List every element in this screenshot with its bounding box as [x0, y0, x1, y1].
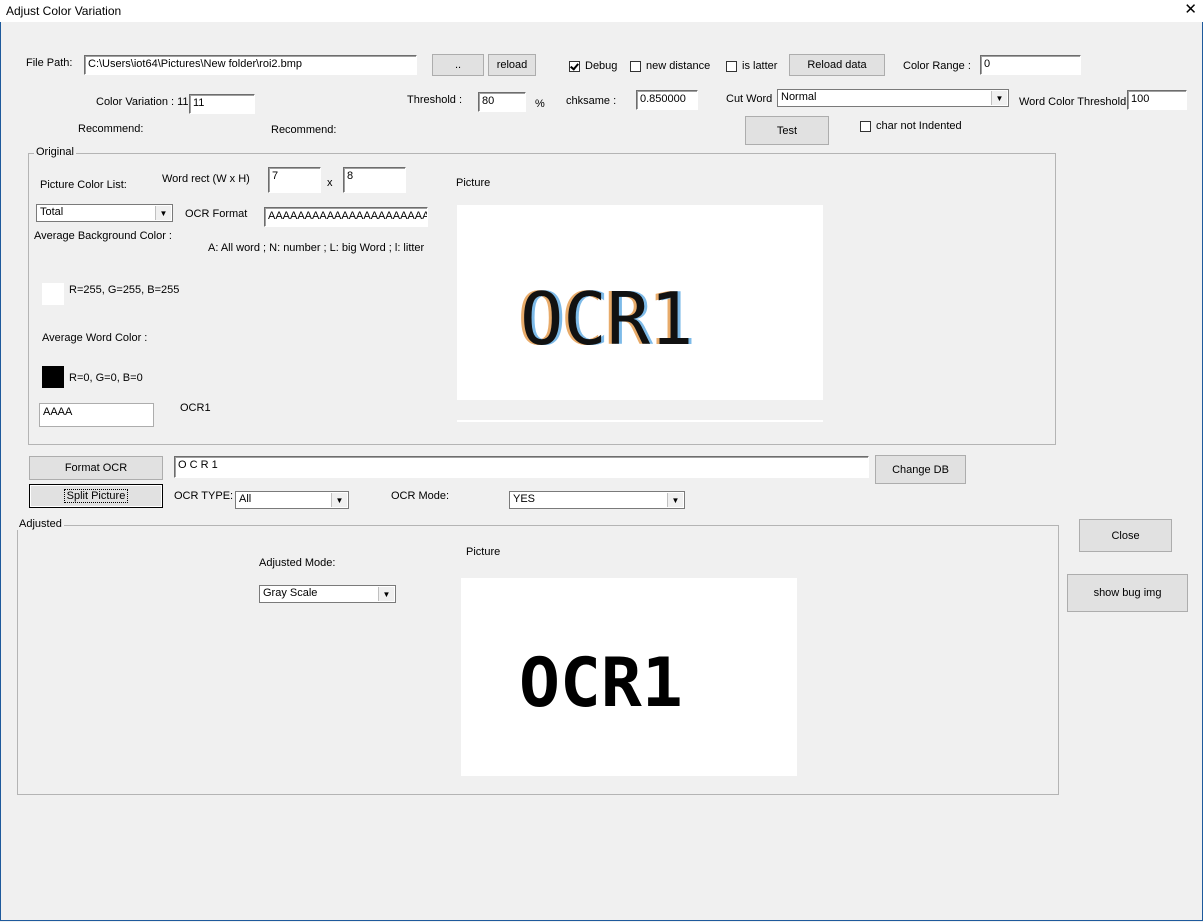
word-color-threshold-label: Word Color Threshold : [1019, 96, 1133, 108]
avg-word-label: Average Word Color : [42, 332, 148, 344]
original-picture-text: OCR1 [520, 277, 693, 361]
chevron-down-icon: ▼ [155, 206, 171, 220]
split-picture-button[interactable]: Split Picture [29, 484, 163, 508]
test-button[interactable]: Test [745, 116, 829, 145]
cut-word-select[interactable]: Normal ▼ [777, 89, 1009, 107]
color-variation-label: Color Variation : 11 [96, 96, 189, 108]
is-latter-checkbox[interactable]: is latter [726, 60, 777, 72]
is-latter-label: is latter [742, 60, 778, 72]
ocr-mode-label: OCR Mode: [391, 490, 450, 502]
word-color-threshold-input[interactable]: 100 [1127, 90, 1187, 110]
ocr-format-label: OCR Format [185, 208, 248, 220]
original-picture: OCR1 OCR1 OCR1 [457, 205, 823, 400]
adjusted-picture-label: Picture [466, 546, 501, 558]
word-height-input[interactable]: 8 [343, 167, 406, 193]
chevron-down-icon: ▼ [378, 587, 394, 601]
adjusted-mode-value: Gray Scale [263, 587, 318, 599]
char-not-indented-label: char not Indented [876, 120, 962, 132]
reload-button[interactable]: reload [488, 54, 536, 76]
ocr-mode-select[interactable]: YES ▼ [509, 491, 685, 509]
recommend-label-2: Recommend: [271, 124, 337, 136]
format-ocr-button[interactable]: Format OCR [29, 456, 163, 480]
format-legend: A: All word ; N: number ; L: big Word ; … [208, 242, 425, 254]
word-rect-label: Word rect (W x H) [162, 173, 250, 185]
is-latter-check-icon [726, 60, 737, 72]
word-width-input[interactable]: 7 [268, 167, 321, 193]
adjusted-picture-image: OCR1 [519, 644, 683, 723]
percent-label: % [535, 98, 545, 110]
adjusted-mode-label: Adjusted Mode: [259, 557, 336, 569]
change-db-button[interactable]: Change DB [875, 455, 966, 484]
picture-color-list-label: Picture Color List: [40, 179, 127, 191]
ocr-type-label: OCR TYPE: [174, 490, 234, 502]
chevron-down-icon: ▼ [331, 493, 347, 507]
file-path-label: File Path: [26, 57, 73, 69]
word-rgb-text: R=0, G=0, B=0 [69, 372, 143, 384]
browse-button[interactable]: .. [432, 54, 484, 76]
ocr-mode-value: YES [513, 493, 536, 505]
cut-word-value: Normal [781, 91, 817, 103]
cut-word-label: Cut Word [726, 93, 773, 105]
original-picture-scrollbar [457, 420, 823, 422]
original-picture-image: OCR1 OCR1 OCR1 [517, 277, 696, 361]
x-label: x [327, 177, 333, 189]
color-list-value: Total [40, 206, 64, 218]
file-path-input[interactable]: C:\Users\iot64\Pictures\New folder\roi2.… [84, 55, 417, 75]
new-distance-label: new distance [646, 60, 711, 72]
debug-label: Debug [585, 60, 618, 72]
original-picture-label: Picture [456, 177, 491, 189]
debug-check-icon [569, 60, 580, 72]
adjusted-picture-text: OCR1 [519, 644, 683, 723]
adjusted-group-title: Adjusted [17, 518, 64, 530]
debug-checkbox[interactable]: Debug [569, 60, 617, 72]
avg-bg-label: Average Background Color : [34, 230, 172, 242]
close-icon[interactable]: ✕ [1184, 2, 1197, 18]
color-list-select[interactable]: Total ▼ [36, 204, 173, 222]
show-bug-img-button[interactable]: show bug img [1067, 574, 1188, 612]
original-group-title: Original [34, 146, 76, 158]
chevron-down-icon: ▼ [991, 91, 1007, 105]
close-button[interactable]: Close [1079, 519, 1172, 552]
new-distance-check-icon [630, 60, 641, 72]
new-distance-checkbox[interactable]: new distance [630, 60, 710, 72]
format-ocr-input[interactable]: O C R 1 [174, 456, 869, 478]
char-not-indented-check-icon [860, 120, 871, 132]
bg-color-swatch [42, 283, 64, 305]
char-not-indented-checkbox[interactable]: char not Indented [860, 120, 962, 132]
chksame-label: chksame : [566, 95, 617, 107]
threshold-label: Threshold : [407, 94, 463, 106]
adjusted-mode-select[interactable]: Gray Scale ▼ [259, 585, 396, 603]
chksame-input[interactable]: 0.850000 [636, 90, 698, 110]
bg-rgb-text: R=255, G=255, B=255 [69, 284, 180, 296]
recommend-label: Recommend: [78, 123, 144, 135]
ocr-type-value: All [239, 493, 252, 505]
threshold-input[interactable]: 80 [478, 92, 526, 112]
ocr-input[interactable]: AAAA [39, 403, 154, 427]
word-color-swatch [42, 366, 64, 388]
chevron-down-icon: ▼ [667, 493, 683, 507]
color-range-input[interactable]: 0 [980, 55, 1081, 75]
ocr-format-input[interactable]: AAAAAAAAAAAAAAAAAAAAAAAAAA [264, 207, 428, 227]
ocr-result-text: OCR1 [180, 402, 211, 414]
color-variation-input[interactable]: 11 [189, 94, 255, 114]
reload-data-button[interactable]: Reload data [789, 54, 885, 76]
title-bar: Adjust Color Variation ✕ [0, 0, 1203, 22]
adjusted-picture: OCR1 [461, 578, 797, 776]
color-range-label: Color Range : [903, 60, 971, 72]
window-title: Adjust Color Variation [6, 4, 122, 18]
ocr-type-select[interactable]: All ▼ [235, 491, 349, 509]
